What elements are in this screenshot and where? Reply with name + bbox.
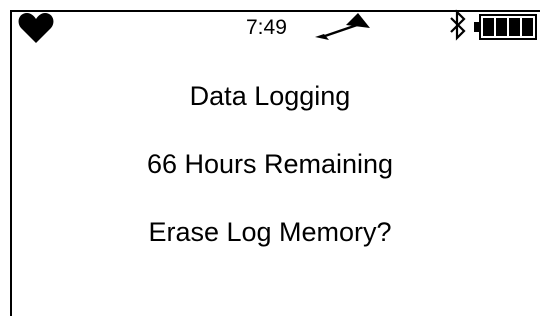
clock-time: 7:49 — [246, 16, 287, 39]
heart-icon — [18, 13, 54, 43]
signal-icon — [315, 13, 370, 40]
screen-title: Data Logging — [189, 81, 351, 111]
battery-icon — [474, 14, 537, 40]
hours-remaining-text: 66 Hours Remaining — [146, 149, 394, 179]
erase-log-prompt[interactable]: Erase Log Memory? — [0, 216, 540, 248]
status-bar: 7:49 — [0, 0, 540, 50]
bluetooth-icon — [450, 9, 466, 41]
